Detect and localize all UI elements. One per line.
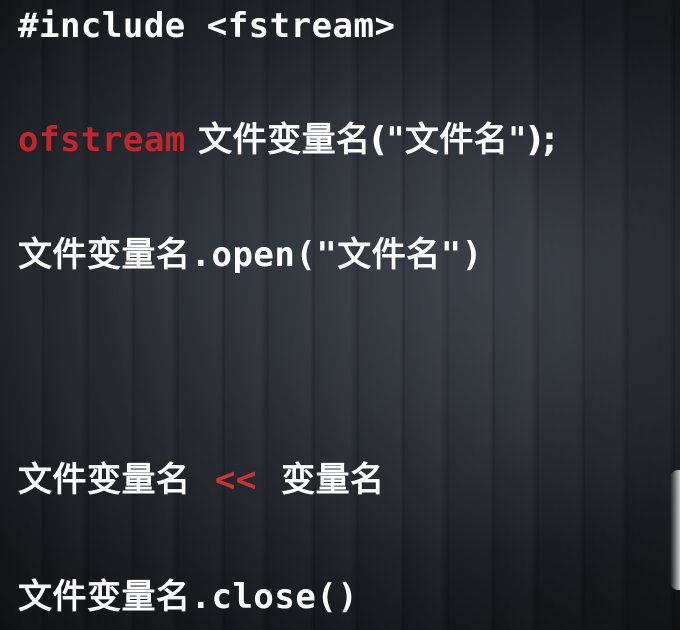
vignette-overlay (0, 0, 680, 630)
insertion-operator: << (214, 460, 257, 500)
include-line: #include <fstream> (18, 6, 395, 46)
open-call: .open("文件名") (190, 235, 483, 275)
ofstream-declaration: 文件变量名("文件名"); (198, 120, 557, 160)
edge-highlight (670, 470, 680, 590)
open-variable: 文件变量名 (18, 235, 191, 275)
close-call: .close() (190, 577, 359, 617)
output-line: 文件变量名 << 变量名 (18, 460, 385, 500)
output-value: 变量名 (281, 460, 385, 500)
close-variable: 文件变量名 (18, 577, 191, 617)
ofstream-keyword: ofstream (18, 120, 186, 160)
open-line: 文件变量名.open("文件名") (18, 235, 483, 275)
include-directive: #include <fstream> (18, 6, 396, 46)
close-line: 文件变量名.close() (18, 577, 358, 617)
slide: #include <fstream> ofstream 文件变量名("文件名")… (0, 0, 680, 630)
ofstream-declaration-line: ofstream 文件变量名("文件名"); (18, 120, 557, 160)
output-variable: 文件变量名 (18, 460, 191, 500)
